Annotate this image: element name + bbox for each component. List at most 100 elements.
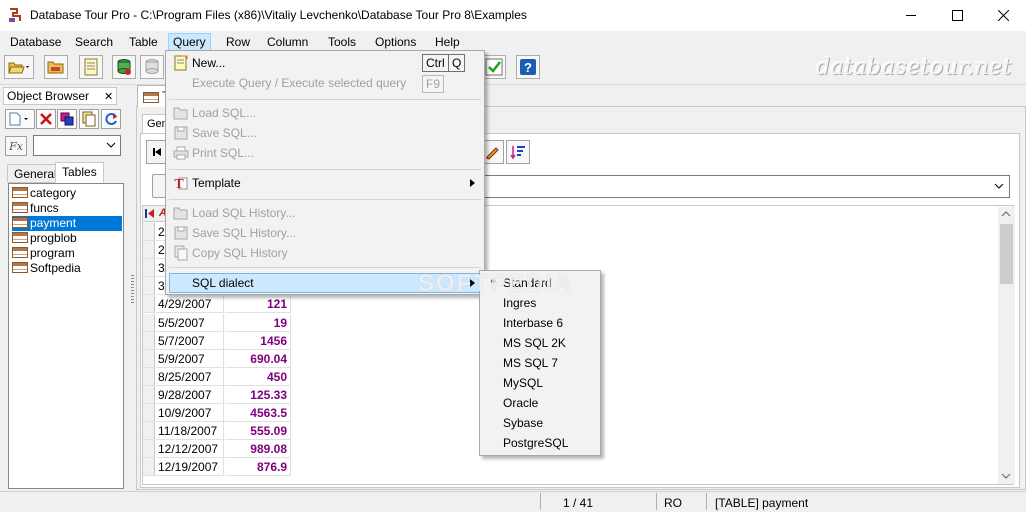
scroll-up-icon[interactable]	[1001, 211, 1011, 217]
menu-item-new[interactable]: New...	[192, 53, 225, 73]
cell-amount[interactable]: 690.04	[225, 350, 291, 368]
cell-amount[interactable]: 555.09	[225, 422, 291, 440]
cell-amount[interactable]: 4563.5	[225, 404, 291, 422]
help-button[interactable]: ?	[516, 55, 540, 79]
cell-date[interactable]: 5/9/2007	[156, 350, 224, 368]
dialect-oracle[interactable]: Oracle	[503, 393, 538, 413]
dialect-ms-sql-2k[interactable]: MS SQL 2K	[503, 333, 566, 353]
dialect-ms-sql-7[interactable]: MS SQL 7	[503, 353, 558, 373]
row-indicator[interactable]	[143, 422, 155, 440]
dialect-mysql[interactable]: MySQL	[503, 373, 543, 393]
object-properties-button[interactable]	[57, 109, 77, 129]
dialect-interbase-6[interactable]: Interbase 6	[503, 313, 563, 333]
cell-amount[interactable]: 1456	[225, 332, 291, 350]
row-indicator[interactable]	[143, 295, 155, 313]
tab-tables[interactable]: Tables	[55, 162, 104, 183]
row-indicator[interactable]	[143, 458, 155, 476]
list-item[interactable]: Softpedia	[12, 261, 85, 276]
menu-item-copy-sql-history[interactable]: Copy SQL History	[192, 243, 288, 263]
title-bar: Database Tour Pro - C:\Program Files (x8…	[0, 0, 1026, 31]
menu-query[interactable]: Query	[168, 33, 211, 51]
dialect-sybase[interactable]: Sybase	[503, 413, 543, 433]
menu-column[interactable]: Column	[263, 33, 312, 51]
copy-object-button[interactable]	[79, 109, 99, 129]
cell-date[interactable]: 10/9/2007	[156, 404, 224, 422]
cell-date[interactable]: 4/29/2007	[156, 295, 224, 313]
menu-item-execute-query[interactable]: Execute Query / Execute selected query	[192, 73, 406, 93]
menu-tools[interactable]: Tools	[324, 33, 360, 51]
object-filter-combo[interactable]	[33, 135, 121, 156]
edit-sql-button[interactable]	[79, 55, 103, 79]
commit-button[interactable]	[482, 55, 506, 79]
chevron-down-icon	[994, 183, 1004, 189]
row-indicator[interactable]	[143, 440, 155, 458]
cell-date[interactable]: 12/19/2007	[156, 458, 224, 476]
row-indicator[interactable]	[143, 259, 155, 277]
sort-button[interactable]	[506, 140, 530, 164]
filter-function-button[interactable]: Fx	[5, 136, 27, 156]
row-indicator[interactable]	[143, 350, 155, 368]
menu-help[interactable]: Help	[431, 33, 464, 51]
refresh-button[interactable]	[101, 109, 121, 129]
row-indicator[interactable]	[143, 277, 155, 295]
cell-amount[interactable]: 989.08	[225, 440, 291, 458]
row-indicator[interactable]	[143, 314, 155, 332]
minimize-button[interactable]	[888, 0, 934, 31]
close-button[interactable]	[980, 0, 1026, 31]
menu-item-load-sql-history[interactable]: Load SQL History...	[192, 203, 295, 223]
cell-amount[interactable]: 19	[225, 314, 291, 332]
dialect-postgresql[interactable]: PostgreSQL	[503, 433, 568, 453]
cell-date[interactable]: 8/25/2007	[156, 368, 224, 386]
object-browser-close-icon[interactable]: ✕	[104, 90, 113, 103]
menu-database[interactable]: Database	[6, 33, 65, 51]
document-tab[interactable]: T	[137, 85, 169, 107]
filter-expression-combo[interactable]	[482, 175, 1010, 198]
cell-date[interactable]: 12/12/2007	[156, 440, 224, 458]
list-item[interactable]: category	[12, 186, 80, 201]
database-disconnect-button[interactable]	[140, 55, 164, 79]
load-history-icon	[173, 205, 189, 221]
new-object-button[interactable]	[5, 109, 35, 129]
database-connect-button[interactable]	[112, 55, 136, 79]
row-indicator[interactable]	[143, 368, 155, 386]
cell-amount[interactable]: 876.9	[225, 458, 291, 476]
cell-amount[interactable]: 121	[225, 295, 291, 313]
menu-item-sql-dialect[interactable]: SQL dialect	[192, 273, 254, 293]
maximize-button[interactable]	[934, 0, 980, 31]
open-database-button[interactable]	[4, 55, 34, 79]
cell-date[interactable]: 5/7/2007	[156, 332, 224, 350]
table-icon	[12, 232, 28, 243]
table-icon	[12, 187, 28, 198]
list-item[interactable]: funcs	[12, 201, 63, 216]
menu-item-load-sql[interactable]: Load SQL...	[192, 103, 256, 123]
row-indicator[interactable]	[143, 241, 155, 259]
list-item-selected[interactable]: payment	[12, 216, 122, 231]
menu-item-template[interactable]: Template	[192, 173, 241, 193]
menu-item-save-sql-history[interactable]: Save SQL History...	[192, 223, 296, 243]
row-indicator[interactable]	[143, 332, 155, 350]
cell-date[interactable]: 9/28/2007	[156, 386, 224, 404]
scroll-down-icon[interactable]	[1001, 473, 1011, 479]
svg-text:?: ?	[524, 60, 532, 75]
menu-table[interactable]: Table	[125, 33, 162, 51]
cell-date[interactable]: 5/5/2007	[156, 314, 224, 332]
delete-object-button[interactable]	[36, 109, 56, 129]
menu-options[interactable]: Options	[371, 33, 420, 51]
row-indicator[interactable]	[143, 223, 155, 241]
menu-row[interactable]: Row	[222, 33, 254, 51]
menu-search[interactable]: Search	[71, 33, 117, 51]
list-item[interactable]: progblob	[12, 231, 81, 246]
row-indicator[interactable]	[143, 404, 155, 422]
menu-item-save-sql[interactable]: Save SQL...	[192, 123, 257, 143]
cell-amount[interactable]: 125.33	[225, 386, 291, 404]
open-recent-button[interactable]	[44, 55, 68, 79]
menu-item-print-sql[interactable]: Print SQL...	[192, 143, 254, 163]
scrollbar-thumb[interactable]	[1000, 224, 1013, 284]
cell-date[interactable]: 11/18/2007	[156, 422, 224, 440]
cell-amount[interactable]: 450	[225, 368, 291, 386]
row-indicator[interactable]	[143, 386, 155, 404]
database-tour-app-icon[interactable]	[8, 7, 24, 23]
svg-text:T: T	[174, 177, 184, 191]
panel-splitter[interactable]	[131, 275, 134, 305]
list-item[interactable]: program	[12, 246, 79, 261]
